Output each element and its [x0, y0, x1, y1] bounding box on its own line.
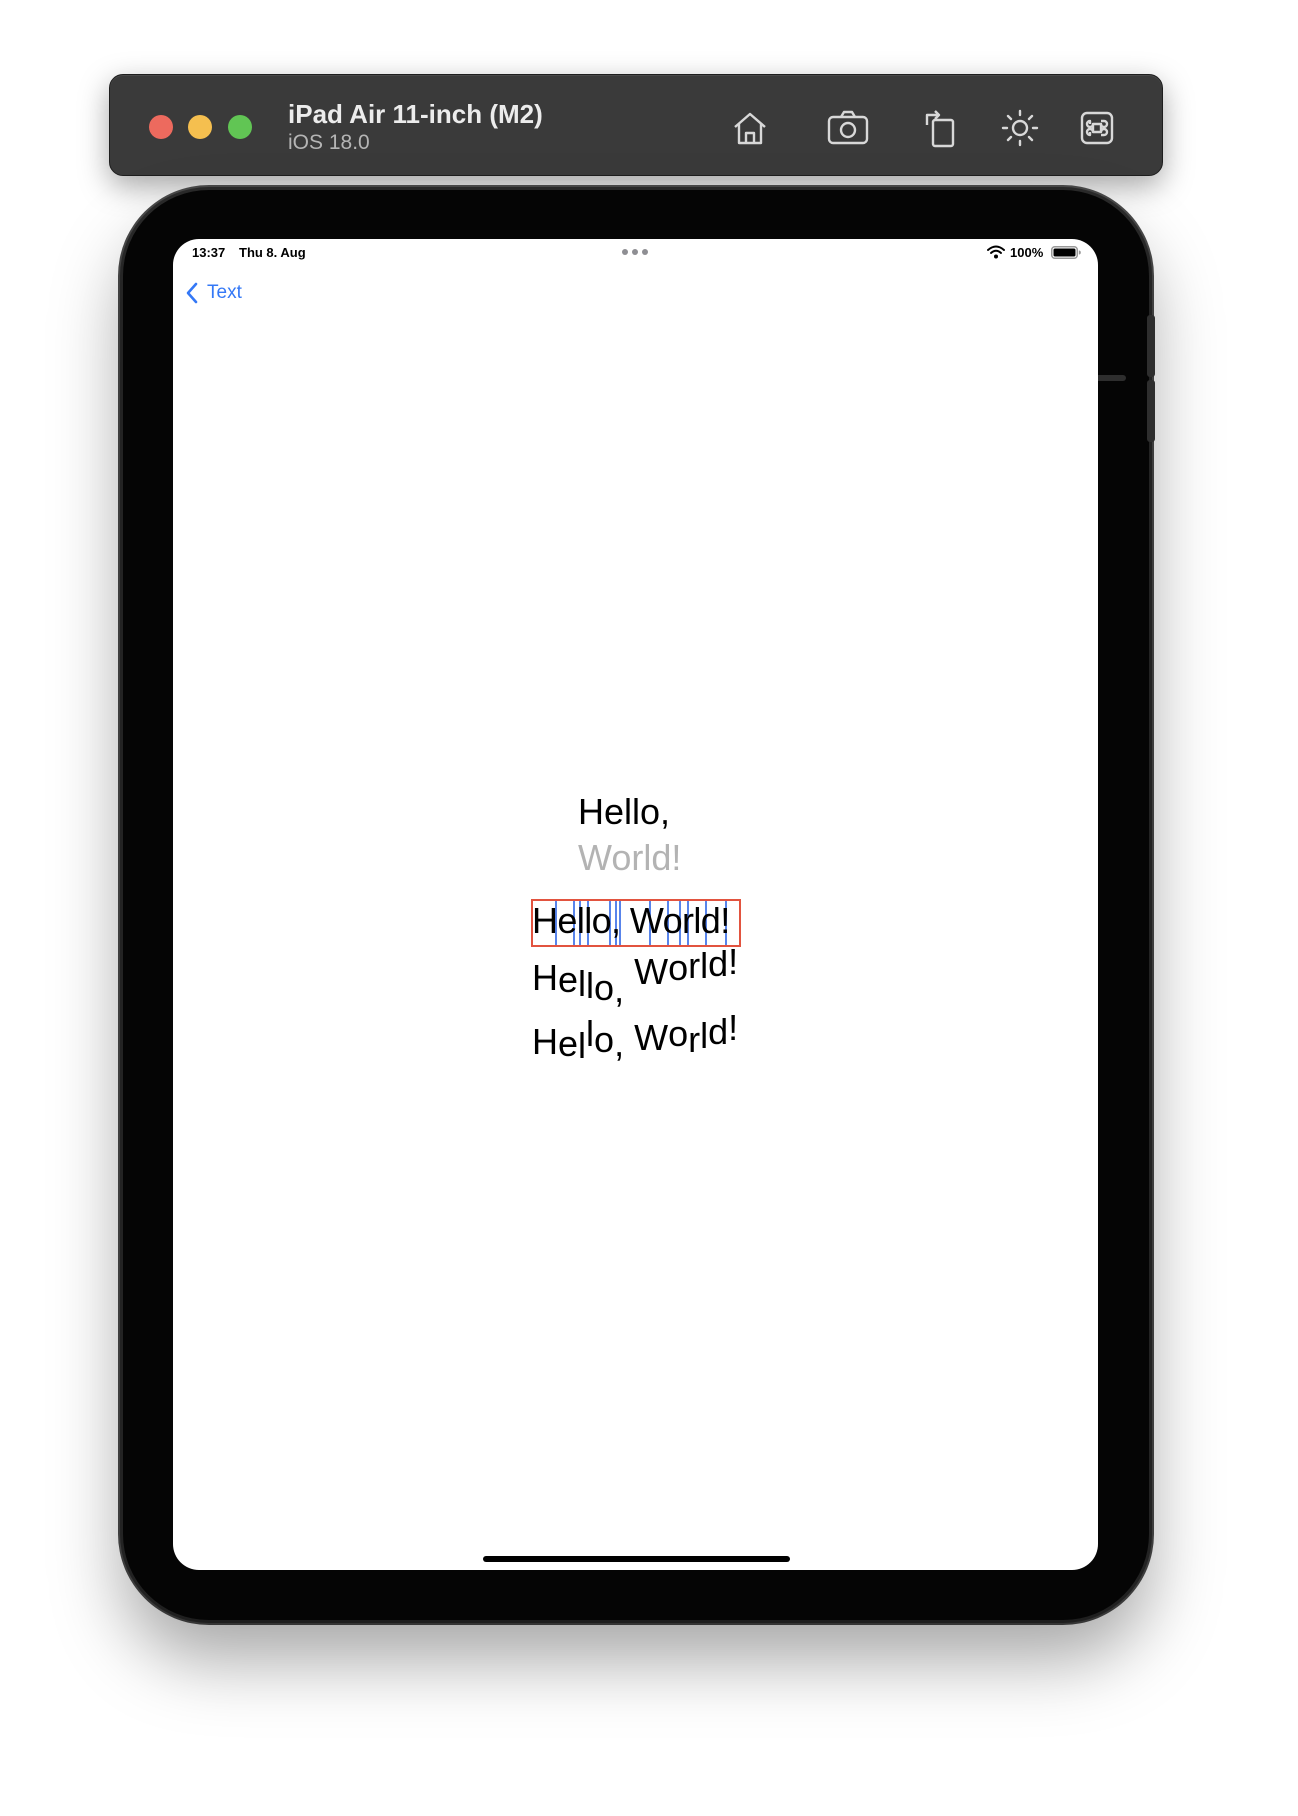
- wave-letter: W: [634, 1017, 669, 1058]
- wave-letter: W: [634, 951, 669, 992]
- hello-text: Hello,: [578, 791, 671, 832]
- device-screen: 13:37 Thu 8. Aug 100% Text Hello, World!…: [173, 239, 1098, 1570]
- close-window-button[interactable]: [149, 115, 173, 139]
- wave-letter: H: [532, 1021, 558, 1062]
- volume-up-button: [1147, 315, 1155, 377]
- world-text: World!: [578, 837, 682, 878]
- battery-percentage: 100%: [1010, 245, 1044, 260]
- minimize-window-button[interactable]: [188, 115, 212, 139]
- status-time: 13:37: [192, 245, 226, 260]
- wave-letter: e: [558, 959, 579, 1000]
- multitasking-dots-icon[interactable]: [622, 249, 648, 255]
- wave-letter: !: [728, 1007, 739, 1048]
- wave-letter: l: [586, 1013, 595, 1054]
- hello-world-wavy-text: Hello, World!: [532, 1007, 738, 1066]
- wave-letter: r: [688, 1019, 701, 1060]
- wifi-icon: [987, 245, 1005, 259]
- wave-letter: e: [558, 1023, 579, 1064]
- chevron-left-icon: [186, 282, 198, 304]
- wave-letter: l: [700, 1015, 709, 1056]
- wave-letter: l: [578, 1025, 587, 1066]
- wave-letter: d: [708, 1011, 729, 1052]
- hello-world-debug-text: Hello, World!: [532, 900, 730, 941]
- home-icon[interactable]: [727, 105, 773, 151]
- wave-letter: !: [728, 941, 739, 982]
- wave-letter: ,: [614, 1023, 625, 1064]
- wave-letter: ,: [614, 969, 625, 1010]
- screenshot-icon[interactable]: [825, 105, 871, 151]
- zoom-window-button[interactable]: [228, 115, 252, 139]
- battery-icon: [1051, 246, 1081, 259]
- wave-letter: l: [578, 963, 587, 1004]
- wave-letter: [624, 1013, 634, 1055]
- wave-letter: o: [668, 947, 689, 988]
- device-name: iPad Air 11-inch (M2): [288, 99, 543, 129]
- wave-letter: [624, 953, 634, 995]
- wave-letter: H: [532, 957, 558, 998]
- wave-letter: l: [586, 965, 595, 1006]
- simulator-titlebar: iPad Air 11-inch (M2) iOS 18.0: [109, 74, 1163, 176]
- wave-letter: r: [688, 945, 701, 986]
- os-version: iOS 18.0: [288, 131, 370, 154]
- volume-down-button: [1147, 380, 1155, 442]
- wave-letter: o: [594, 967, 615, 1008]
- wave-letter: o: [594, 1019, 615, 1060]
- wave-letter: o: [668, 1013, 689, 1054]
- appearance-icon[interactable]: [997, 105, 1043, 151]
- rotate-icon[interactable]: [919, 105, 965, 151]
- home-indicator[interactable]: [483, 1556, 790, 1562]
- status-date: Thu 8. Aug: [239, 245, 306, 260]
- command-icon[interactable]: [1074, 105, 1120, 151]
- back-button[interactable]: Text: [185, 278, 242, 308]
- wave-letter: d: [708, 943, 729, 984]
- hello-world-curved-text: Hello, World!: [532, 941, 738, 1010]
- back-label: Text: [207, 282, 242, 303]
- wave-letter: l: [700, 945, 709, 986]
